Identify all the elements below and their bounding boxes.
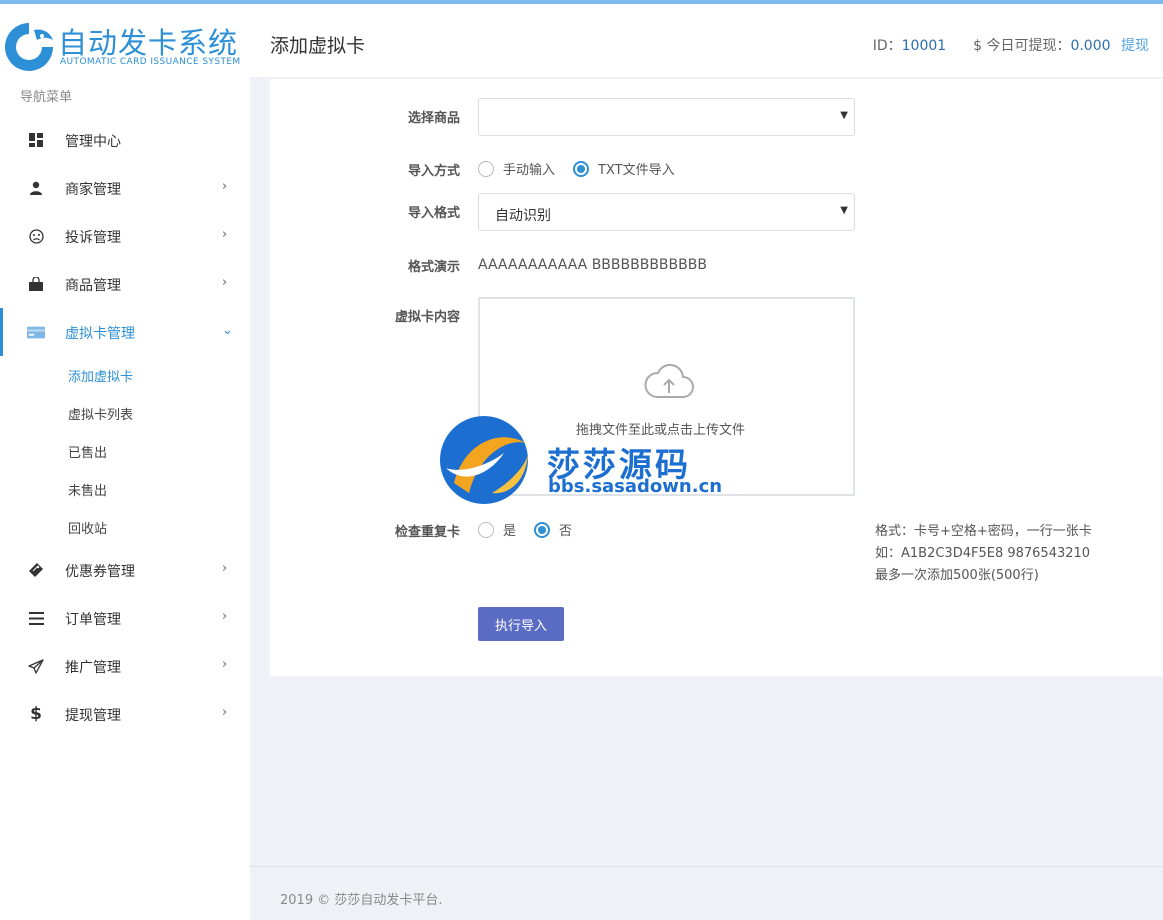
sidebar-item-withdrawals[interactable]: $ 提现管理 › — [0, 690, 250, 738]
submenu-label: 添加虚拟卡 — [68, 370, 134, 385]
import-format-select[interactable]: 自动识别 ▼ — [478, 193, 855, 231]
sidebar-item-merchants[interactable]: 商家管理 › — [0, 164, 250, 212]
brand-logo[interactable]: 自动发卡系统 AUTOMATIC CARD ISSUANCE SYSTEM — [0, 18, 250, 78]
radio-label: 手动输入 — [503, 163, 556, 178]
page-title: 添加虚拟卡 — [270, 35, 366, 57]
list-icon — [27, 610, 45, 626]
brand-subtitle: AUTOMATIC CARD ISSUANCE SYSTEM — [60, 57, 241, 67]
add-card-form: 选择商品 ▼ 导入方式 手动输入 TXT文件导入 导入格式 自动识别 ▼ 格式演… — [270, 79, 1163, 676]
submenu-label: 虚拟卡列表 — [68, 408, 134, 423]
caret-down-icon: ▼ — [840, 205, 848, 216]
shopping-bag-icon — [27, 276, 45, 292]
submenu-label: 已售出 — [68, 446, 108, 461]
chevron-right-icon: › — [222, 275, 228, 290]
sidebar-item-label: 商品管理 — [65, 278, 121, 294]
chevron-right-icon: › — [222, 609, 228, 624]
radio-label: TXT文件导入 — [598, 163, 675, 178]
chevron-right-icon: › — [222, 657, 228, 672]
radio-dup-no[interactable] — [534, 521, 551, 538]
withdraw-link[interactable]: 提现 — [1121, 38, 1149, 54]
caret-down-icon: ▼ — [840, 110, 848, 121]
format-notes: 格式：卡号+空格+密码，一行一张卡 如：A1B2C3D4F5E8 9876543… — [875, 521, 1092, 587]
sidebar-item-label: 提现管理 — [65, 708, 121, 724]
sidebar-item-orders[interactable]: 订单管理 › — [0, 594, 250, 642]
sidebar-item-label: 投诉管理 — [65, 230, 121, 246]
import-format-value: 自动识别 — [495, 208, 551, 224]
watermark: 莎莎源码 bbs.sasadown.cn — [434, 413, 734, 508]
id-label: ID： — [872, 38, 902, 54]
withdraw-label: $ 今日可提现： — [973, 38, 1071, 54]
active-indicator — [0, 308, 3, 356]
card-icon — [27, 324, 45, 340]
note-line: 最多一次添加500张(500行) — [875, 568, 1039, 583]
submenu-recycle-bin[interactable]: 回收站 — [0, 508, 250, 546]
product-select[interactable]: ▼ — [478, 98, 855, 136]
watermark-url: bbs.sasadown.cn — [548, 476, 723, 497]
dashboard-icon — [27, 132, 45, 148]
paper-plane-icon — [27, 658, 45, 674]
virtual-card-submenu: 添加虚拟卡 虚拟卡列表 已售出 未售出 回收站 — [0, 356, 250, 546]
withdraw-value: 0.000 — [1070, 38, 1111, 54]
submenu-sold[interactable]: 已售出 — [0, 432, 250, 470]
sad-face-icon — [27, 228, 45, 244]
import-method-group: 手动输入 TXT文件导入 — [478, 159, 693, 178]
format-demo: AAAAAAAAAAA BBBBBBBBBBBB — [478, 257, 707, 273]
chevron-down-icon: ⌄ — [222, 323, 233, 338]
watermark-logo-icon — [440, 416, 528, 504]
page-header: 添加虚拟卡 ID：10001 $ 今日可提现：0.000 提现 — [250, 4, 1163, 77]
sidebar-item-label: 优惠券管理 — [65, 564, 135, 580]
sidebar-item-dashboard[interactable]: 管理中心 — [0, 116, 250, 164]
sidebar-item-label: 订单管理 — [65, 612, 121, 628]
radio-manual-input[interactable] — [478, 160, 494, 177]
sidebar-item-complaints[interactable]: 投诉管理 › — [0, 212, 250, 260]
demo-label: 格式演示 — [407, 260, 460, 275]
nav-menu: 管理中心 商家管理 › 投诉管理 › 商品管理 › 虚拟卡管理 ⌄ 添加虚拟卡 … — [0, 116, 250, 738]
radio-label: 否 — [559, 524, 573, 539]
sidebar-item-label: 管理中心 — [65, 134, 121, 150]
execute-import-button[interactable]: 执行导入 — [478, 607, 564, 641]
note-line: 如：A1B2C3D4F5E8 9876543210 — [875, 546, 1091, 561]
sidebar-item-label: 推广管理 — [65, 660, 121, 676]
sidebar: 自动发卡系统 AUTOMATIC CARD ISSUANCE SYSTEM 导航… — [0, 4, 250, 920]
sidebar-item-coupons[interactable]: 优惠券管理 › — [0, 546, 250, 594]
product-label: 选择商品 — [407, 111, 460, 126]
duplicate-check-group: 是 否 — [478, 520, 590, 539]
chevron-right-icon: › — [222, 179, 228, 194]
sidebar-item-products[interactable]: 商品管理 › — [0, 260, 250, 308]
ticket-icon — [27, 562, 45, 578]
submenu-label: 回收站 — [68, 522, 108, 537]
user-icon — [27, 180, 45, 196]
submenu-card-list[interactable]: 虚拟卡列表 — [0, 394, 250, 432]
sidebar-item-virtual-cards[interactable]: 虚拟卡管理 ⌄ — [0, 308, 250, 356]
duplicate-check-label: 检查重复卡 — [394, 525, 460, 540]
nav-caption: 导航菜单 — [20, 90, 73, 105]
account-info: ID：10001 $ 今日可提现：0.000 提现 — [873, 35, 1149, 55]
footer-text: 2019 © 莎莎自动发卡平台. — [280, 893, 443, 908]
submenu-unsold[interactable]: 未售出 — [0, 470, 250, 508]
submenu-add-card[interactable]: 添加虚拟卡 — [0, 356, 250, 394]
sidebar-item-label: 商家管理 — [65, 182, 121, 198]
import-method-label: 导入方式 — [407, 164, 460, 179]
note-line: 格式：卡号+空格+密码，一行一张卡 — [875, 524, 1092, 539]
sidebar-item-promotion[interactable]: 推广管理 › — [0, 642, 250, 690]
sidebar-item-label: 虚拟卡管理 — [65, 326, 135, 342]
brand-logo-icon — [5, 23, 53, 71]
chevron-right-icon: › — [222, 705, 228, 720]
chevron-right-icon: › — [222, 227, 228, 242]
submenu-label: 未售出 — [68, 484, 108, 499]
footer-divider — [250, 866, 1163, 867]
upload-cloud-icon — [644, 363, 694, 398]
chevron-right-icon: › — [222, 561, 228, 576]
brand-title: 自动发卡系统 — [58, 26, 239, 60]
id-value: 10001 — [901, 38, 947, 54]
radio-txt-import[interactable] — [573, 160, 590, 177]
import-format-label: 导入格式 — [407, 206, 460, 221]
radio-label: 是 — [503, 524, 517, 539]
radio-dup-yes[interactable] — [478, 521, 494, 538]
content-label: 虚拟卡内容 — [394, 310, 460, 325]
dollar-icon: $ — [30, 704, 42, 724]
